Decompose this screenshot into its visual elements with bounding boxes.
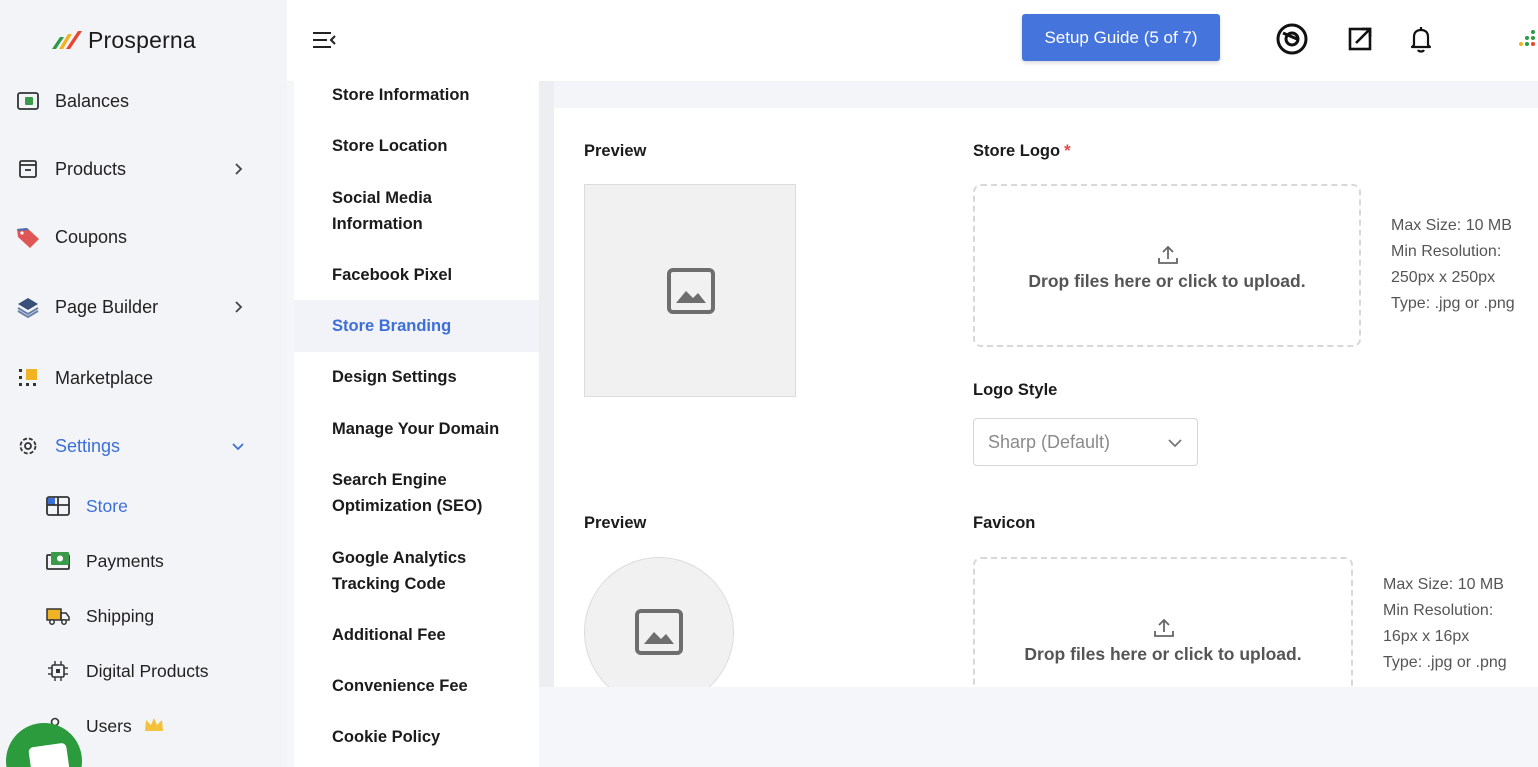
sidebar-subitem-payments[interactable]: Payments	[0, 543, 287, 579]
spec-file-type: Type: .jpg or .png	[1391, 295, 1515, 312]
sidebar-subitem-store[interactable]: Store	[0, 488, 287, 524]
sidebar: Prosperna Balances Products Coupons Page…	[0, 0, 287, 767]
submenu-store-branding[interactable]: Store Branding	[294, 300, 539, 352]
sidebar-item-label: Coupons	[55, 226, 128, 247]
submenu-cookie-policy[interactable]: Cookie Policy	[294, 723, 539, 751]
sidebar-item-label: Page Builder	[55, 296, 159, 317]
logo-preview-label: Preview	[584, 142, 647, 160]
favicon-upload-specs: Max Size: 10 MB Min Resolution: 16px x 1…	[1383, 572, 1507, 676]
crown-icon	[145, 718, 163, 731]
chevron-down-icon	[232, 443, 244, 451]
top-header: Setup Guide (5 of 7)	[287, 0, 1538, 81]
store-settings-menu: Store Information Store Location Social …	[294, 81, 539, 767]
content-top-band	[554, 81, 1538, 108]
truck-icon	[45, 604, 71, 628]
favicon-preview-label: Preview	[584, 514, 647, 532]
sidebar-subitem-digital-products[interactable]: Digital Products	[0, 653, 287, 689]
submenu-scrollbar[interactable]	[539, 81, 554, 687]
favicon-preview-circle	[584, 557, 734, 707]
content-bottom-area	[539, 687, 1538, 767]
store-logo-label-text: Store Logo	[973, 142, 1061, 160]
submenu-store-information[interactable]: Store Information	[294, 81, 539, 109]
store-logo-label: Store Logo *	[973, 142, 1071, 161]
logo-style-value: Sharp (Default)	[988, 432, 1111, 452]
submenu-manage-domain[interactable]: Manage Your Domain	[294, 415, 539, 443]
sidebar-subitem-label: Payments	[86, 550, 164, 571]
sidebar-subitem-shipping[interactable]: Shipping	[0, 598, 287, 634]
marketplace-icon	[15, 365, 41, 391]
chevron-right-icon	[235, 301, 243, 313]
favicon-label: Favicon	[973, 514, 1036, 532]
submenu-convenience-fee[interactable]: Convenience Fee	[294, 672, 539, 700]
sidebar-subitem-label: Store	[86, 495, 128, 516]
menu-collapse-icon[interactable]	[311, 29, 337, 51]
spec-resolution-value: 250px x 250px	[1391, 269, 1496, 286]
sidebar-item-balances[interactable]: Balances	[0, 81, 287, 121]
spec-min-resolution: Min Resolution:	[1383, 602, 1494, 619]
external-link-icon[interactable]	[1344, 22, 1378, 56]
payments-icon	[45, 549, 71, 573]
sidebar-item-label: Marketplace	[55, 367, 154, 388]
sidebar-item-label: Balances	[55, 90, 130, 111]
image-placeholder-icon	[635, 609, 683, 655]
target-icon[interactable]	[1275, 22, 1309, 56]
bell-icon[interactable]	[1404, 22, 1438, 56]
submenu-additional-fee[interactable]: Additional Fee	[294, 621, 539, 649]
store-icon	[45, 494, 71, 518]
submenu-store-location[interactable]: Store Location	[294, 132, 539, 160]
sidebar-item-page-builder[interactable]: Page Builder	[0, 287, 287, 327]
sidebar-item-label: Settings	[55, 435, 121, 456]
submenu-social-media[interactable]: Social Media Information	[294, 184, 494, 238]
image-placeholder-icon	[667, 268, 715, 314]
gear-icon	[15, 433, 41, 459]
logo-upload-specs: Max Size: 10 MB Min Resolution: 250px x …	[1391, 213, 1515, 317]
setup-guide-button[interactable]: Setup Guide (5 of 7)	[1022, 14, 1220, 61]
store-logo-dropzone[interactable]: Drop files here or click to upload.	[973, 184, 1361, 347]
wallet-icon	[15, 88, 41, 114]
sidebar-item-products[interactable]: Products	[0, 149, 287, 189]
brand-name: Prosperna	[88, 26, 196, 53]
sidebar-item-settings[interactable]: Settings	[0, 426, 287, 466]
brand-logo[interactable]: Prosperna	[50, 24, 196, 56]
submenu-seo[interactable]: Search Engine Optimization (SEO)	[294, 466, 519, 520]
submenu-google-analytics[interactable]: Google Analytics Tracking Code	[294, 544, 504, 598]
box-icon	[15, 156, 41, 182]
submenu-design-settings[interactable]: Design Settings	[294, 363, 539, 391]
prosperna-logo-icon	[52, 31, 82, 49]
required-asterisk: *	[1064, 142, 1071, 160]
submenu-facebook-pixel[interactable]: Facebook Pixel	[294, 261, 539, 289]
chevron-right-icon	[235, 163, 243, 175]
upload-icon	[1154, 618, 1174, 637]
sidebar-item-marketplace[interactable]: Marketplace	[0, 358, 287, 398]
logo-style-select[interactable]: Sharp (Default)	[973, 418, 1198, 466]
sidebar-subitem-label: Shipping	[86, 605, 155, 626]
upload-icon	[1158, 245, 1178, 264]
logo-preview-box	[584, 184, 796, 397]
spec-min-resolution: Min Resolution:	[1391, 243, 1502, 260]
tag-icon	[15, 224, 41, 250]
chevron-down-icon	[1168, 439, 1182, 448]
sidebar-subitem-label: Digital Products	[86, 660, 209, 681]
spec-max-size: Max Size: 10 MB	[1383, 576, 1504, 593]
logo-style-label: Logo Style	[973, 381, 1058, 399]
sidebar-subitem-label: Users	[86, 715, 132, 736]
sidebar-item-label: Products	[55, 158, 127, 179]
dropzone-text: Drop files here or click to upload.	[1028, 271, 1306, 291]
chat-icon	[28, 742, 70, 767]
dropzone-text: Drop files here or click to upload.	[1024, 644, 1302, 664]
chip-icon	[45, 659, 71, 683]
spec-resolution-value: 16px x 16px	[1383, 628, 1470, 645]
layers-icon	[15, 294, 41, 320]
apps-grid-icon[interactable]	[1509, 22, 1538, 56]
sidebar-item-coupons[interactable]: Coupons	[0, 217, 287, 257]
spec-file-type: Type: .jpg or .png	[1383, 654, 1507, 671]
spec-max-size: Max Size: 10 MB	[1391, 217, 1512, 234]
